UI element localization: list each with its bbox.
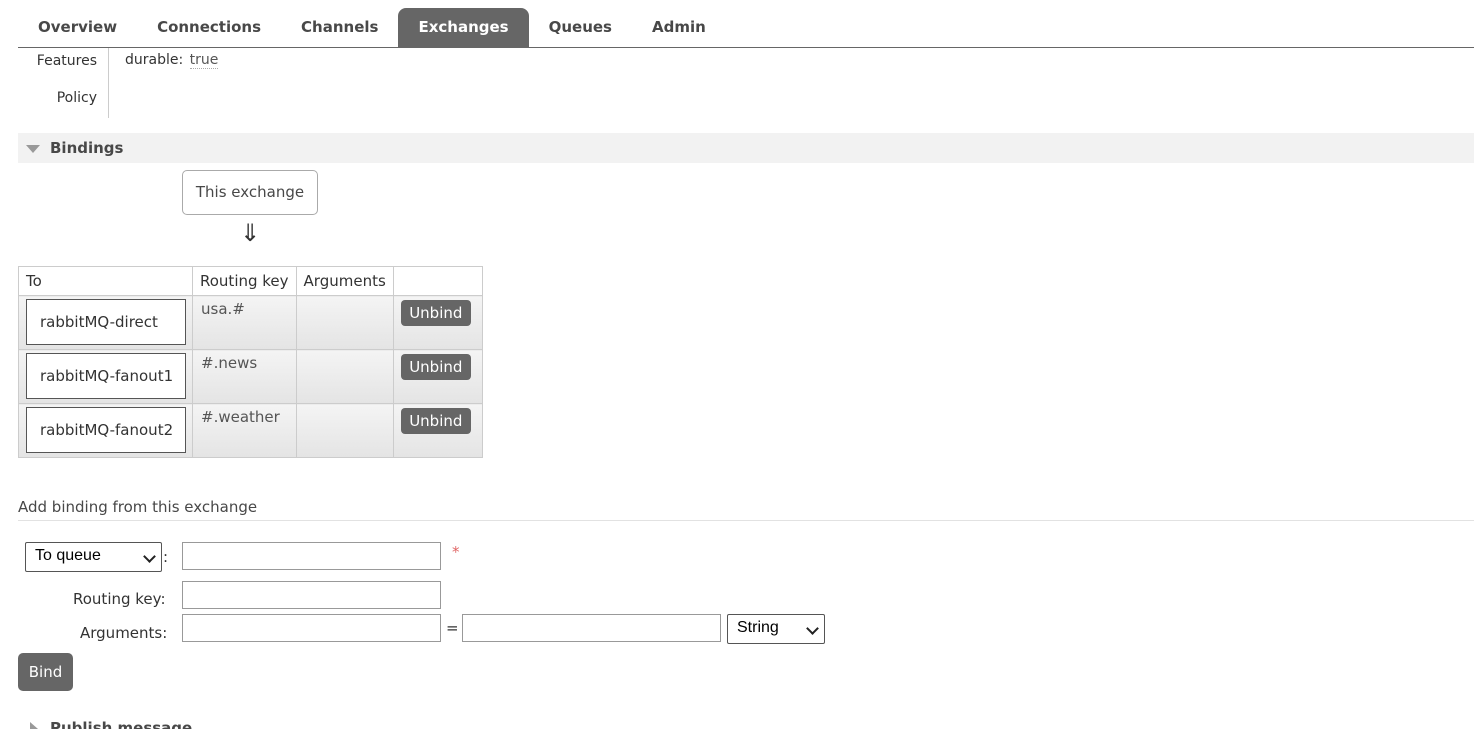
destination-type-value: To queue	[35, 547, 101, 564]
argument-key-input[interactable]	[182, 614, 441, 642]
arguments-cell	[295, 403, 394, 458]
unbind-button[interactable]: Unbind	[400, 408, 471, 434]
add-binding-heading: Add binding from this exchange	[18, 498, 1474, 521]
tab-overview[interactable]: Overview	[18, 8, 137, 47]
destination-link[interactable]: rabbitMQ-direct	[26, 299, 186, 345]
routing-key-input[interactable]	[182, 581, 441, 609]
col-actions	[392, 266, 483, 296]
tab-exchanges[interactable]: Exchanges	[398, 8, 529, 47]
destination-link[interactable]: rabbitMQ-fanout1	[26, 353, 186, 399]
destination-colon: :	[163, 548, 169, 566]
routing-key-text: #.news	[201, 354, 258, 372]
durable-value: true	[189, 52, 219, 69]
table-row: rabbitMQ-direct usa.# Unbind	[18, 295, 483, 350]
this-exchange-box: This exchange	[182, 170, 318, 215]
action-cell: Unbind	[392, 295, 483, 350]
action-cell: Unbind	[392, 349, 483, 404]
tab-channels[interactable]: Channels	[281, 8, 398, 47]
features-label: Features	[36, 53, 97, 69]
arguments-cell	[295, 349, 394, 404]
routing-key-cell: #.news	[192, 349, 297, 404]
table-row: rabbitMQ-fanout1 #.news Unbind	[18, 349, 483, 404]
policy-label: Policy	[56, 90, 97, 106]
bindings-title: Bindings	[50, 139, 124, 157]
tab-connections[interactable]: Connections	[137, 8, 281, 47]
col-arguments: Arguments	[295, 266, 394, 296]
bind-button[interactable]: Bind	[18, 653, 73, 691]
unbind-button[interactable]: Unbind	[400, 354, 471, 380]
chevron-down-icon	[806, 622, 819, 635]
tab-queues[interactable]: Queues	[529, 8, 632, 47]
details-labels: Features Policy	[18, 48, 109, 118]
destination-link[interactable]: rabbitMQ-fanout2	[26, 407, 186, 453]
col-routing-key: Routing key	[192, 266, 297, 296]
bindings-section-header[interactable]: Bindings	[18, 133, 1474, 163]
publish-title: Publish message	[50, 719, 193, 729]
routing-key-cell: usa.#	[192, 295, 297, 350]
table-header-row: To Routing key Arguments	[18, 266, 483, 296]
features-value: durable: true	[125, 52, 219, 69]
argument-value-input[interactable]	[462, 614, 721, 642]
to-cell: rabbitMQ-direct	[18, 295, 193, 350]
col-to: To	[18, 266, 193, 296]
tab-admin[interactable]: Admin	[632, 8, 726, 47]
durable-key: durable:	[125, 52, 184, 68]
unbind-button[interactable]: Unbind	[400, 300, 471, 326]
required-mark: *	[452, 543, 460, 561]
main-nav: Overview Connections Channels Exchanges …	[18, 8, 1474, 48]
chevron-down-icon	[143, 550, 156, 563]
argument-type-value: String	[737, 619, 779, 636]
expand-triangle-icon[interactable]	[30, 722, 38, 729]
arguments-label: Arguments:	[80, 624, 168, 642]
routing-key-label: Routing key:	[73, 590, 166, 608]
destination-type-select[interactable]: To queue	[25, 542, 162, 572]
bindings-table: To Routing key Arguments rabbitMQ-direct…	[18, 266, 483, 458]
routing-key-text: usa.#	[201, 300, 245, 318]
routing-key-cell: #.weather	[192, 403, 297, 458]
to-cell: rabbitMQ-fanout2	[18, 403, 193, 458]
equals-sign: =	[446, 619, 459, 637]
collapse-triangle-icon[interactable]	[26, 145, 40, 153]
publish-section-header[interactable]: Publish message	[18, 715, 418, 729]
to-cell: rabbitMQ-fanout1	[18, 349, 193, 404]
action-cell: Unbind	[392, 403, 483, 458]
destination-input[interactable]	[182, 542, 441, 570]
table-row: rabbitMQ-fanout2 #.weather Unbind	[18, 403, 483, 458]
arguments-cell	[295, 295, 394, 350]
exchange-page: Overview Connections Channels Exchanges …	[0, 0, 1474, 729]
down-arrow-icon: ⇓	[240, 219, 261, 247]
argument-type-select[interactable]: String	[727, 614, 825, 644]
routing-key-text: #.weather	[201, 408, 280, 426]
